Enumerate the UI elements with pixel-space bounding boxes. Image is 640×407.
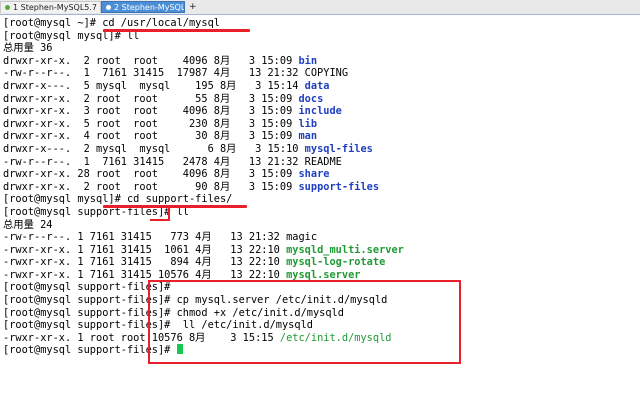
- terminal-line-text: -rw-r--r--. 1 7161 31415 2478 4月 13 21:3…: [3, 155, 342, 168]
- terminal-line: [root@mysql mysql]# cd support-files/: [3, 193, 639, 206]
- terminal-line: -rw-r--r--. 1 7161 31415 773 4月 13 21:32…: [3, 231, 639, 244]
- directory-name: bin: [298, 54, 318, 67]
- terminal-line-text: drwxr-xr-x. 3 root root 4096 8月 3 15:09: [3, 105, 299, 118]
- directory-name: share: [298, 168, 330, 181]
- terminal-line-text: -rwxr-xr-x. 1 7161 31415 1061 4月 13 22:1…: [3, 243, 287, 256]
- terminal-line-text: drwxr-xr-x. 2 root root 55 8月 3 15:09: [3, 92, 299, 105]
- terminal-line-text: drwxr-xr-x. 5 root root 230 8月 3 15:09: [3, 117, 299, 130]
- tab-label: Stephen-MySQL5.7: [121, 3, 185, 12]
- executable-name: mysqld_multi.server: [286, 243, 404, 256]
- directory-name: docs: [298, 92, 324, 105]
- terminal-line: drwxr-xr-x. 2 root root 90 8月 3 15:09 su…: [3, 181, 639, 194]
- tab-number: 2: [114, 3, 120, 12]
- terminal-line: 总用量 24: [3, 219, 639, 232]
- terminal-line-text: 总用量 24: [3, 218, 53, 231]
- terminal-line-text: drwxr-x---. 2 mysql mysql 6 8月 3 15:10: [3, 142, 305, 155]
- tab-session-1[interactable]: 1 Stephen-MySQL5.7: [0, 1, 101, 13]
- terminal-line: 总用量 36: [3, 42, 639, 55]
- session-status-icon: [106, 5, 111, 10]
- terminal-line: drwxr-xr-x. 3 root root 4096 8月 3 15:09 …: [3, 105, 639, 118]
- terminal-line: [root@mysql ~]# cd /usr/local/mysql: [3, 17, 639, 30]
- terminal-line: drwxr-xr-x. 2 root root 4096 8月 3 15:09 …: [3, 55, 639, 68]
- terminal-line-text: -rw-r--r--. 1 7161 31415 17987 4月 13 21:…: [3, 67, 349, 80]
- add-tab-button[interactable]: +: [186, 1, 198, 13]
- annotation-box-install-commands: [148, 280, 461, 364]
- directory-name: include: [298, 105, 342, 118]
- directory-name: lib: [298, 117, 318, 130]
- terminal-line-text: drwxr-xr-x. 28 root root 4096 8月 3 15:09: [3, 168, 299, 181]
- terminal-line-text: -rw-r--r--. 1 7161 31415 773 4月 13 21:32…: [3, 231, 318, 244]
- terminal-line: drwxr-x---. 5 mysql mysql 195 8月 3 15:14…: [3, 80, 639, 93]
- terminal-line: [root@mysql mysql]# ll: [3, 30, 639, 43]
- terminal-line: drwxr-xr-x. 5 root root 230 8月 3 15:09 l…: [3, 118, 639, 131]
- terminal-line: -rw-r--r--. 1 7161 31415 17987 4月 13 21:…: [3, 67, 639, 80]
- terminal-line: drwxr-xr-x. 4 root root 30 8月 3 15:09 ma…: [3, 130, 639, 143]
- tab-bar: 1 Stephen-MySQL5.7 2 Stephen-MySQL5.7 +: [0, 0, 640, 15]
- annotation-underline-cd-support-files: [103, 205, 247, 208]
- terminal-line: -rw-r--r--. 1 7161 31415 2478 4月 13 21:3…: [3, 156, 639, 169]
- terminal-line: -rwxr-xr-x. 1 7161 31415 894 4月 13 22:10…: [3, 256, 639, 269]
- tab-label: Stephen-MySQL5.7: [20, 3, 97, 12]
- directory-name: man: [298, 130, 318, 143]
- terminal-line-text: drwxr-xr-x. 4 root root 30 8月 3 15:09: [3, 130, 299, 143]
- terminal-line: drwxr-xr-x. 28 root root 4096 8月 3 15:09…: [3, 168, 639, 181]
- terminal-line: drwxr-x---. 2 mysql mysql 6 8月 3 15:10 m…: [3, 143, 639, 156]
- directory-name: data: [304, 79, 330, 92]
- terminal-line: drwxr-xr-x. 2 root root 55 8月 3 15:09 do…: [3, 93, 639, 106]
- annotation-underline-cd-mysql: [103, 29, 250, 32]
- terminal-line-text: drwxr-xr-x. 2 root root 4096 8月 3 15:09: [3, 54, 299, 67]
- terminal-line-text: drwxr-xr-x. 2 root root 90 8月 3 15:09: [3, 180, 299, 193]
- executable-name: mysql-log-rotate: [286, 256, 386, 269]
- terminal-line-text: -rwxr-xr-x. 1 7161 31415 894 4月 13 22:10: [3, 256, 287, 269]
- terminal-line-text: [root@mysql ~]# cd /usr/local/mysql: [3, 17, 220, 29]
- terminal-line-text: [root@mysql support-files]#: [3, 281, 171, 294]
- terminal-line: -rwxr-xr-x. 1 7161 31415 1061 4月 13 22:1…: [3, 244, 639, 257]
- tab-number: 1: [13, 3, 19, 12]
- directory-name: support-files: [298, 180, 380, 193]
- terminal-line-text: drwxr-x---. 5 mysql mysql 195 8月 3 15:14: [3, 79, 305, 92]
- terminal-line-text: 总用量 36: [3, 42, 53, 55]
- session-status-icon: [5, 5, 10, 10]
- tab-session-2[interactable]: 2 Stephen-MySQL5.7: [101, 1, 185, 13]
- terminal-line: [root@mysql support-files]# ll: [3, 206, 639, 219]
- terminal-line-text: [root@mysql mysql]# cd support-files/: [3, 193, 233, 206]
- plus-icon: +: [189, 2, 197, 12]
- directory-name: mysql-files: [304, 142, 373, 155]
- annotation-bracket: [150, 205, 170, 221]
